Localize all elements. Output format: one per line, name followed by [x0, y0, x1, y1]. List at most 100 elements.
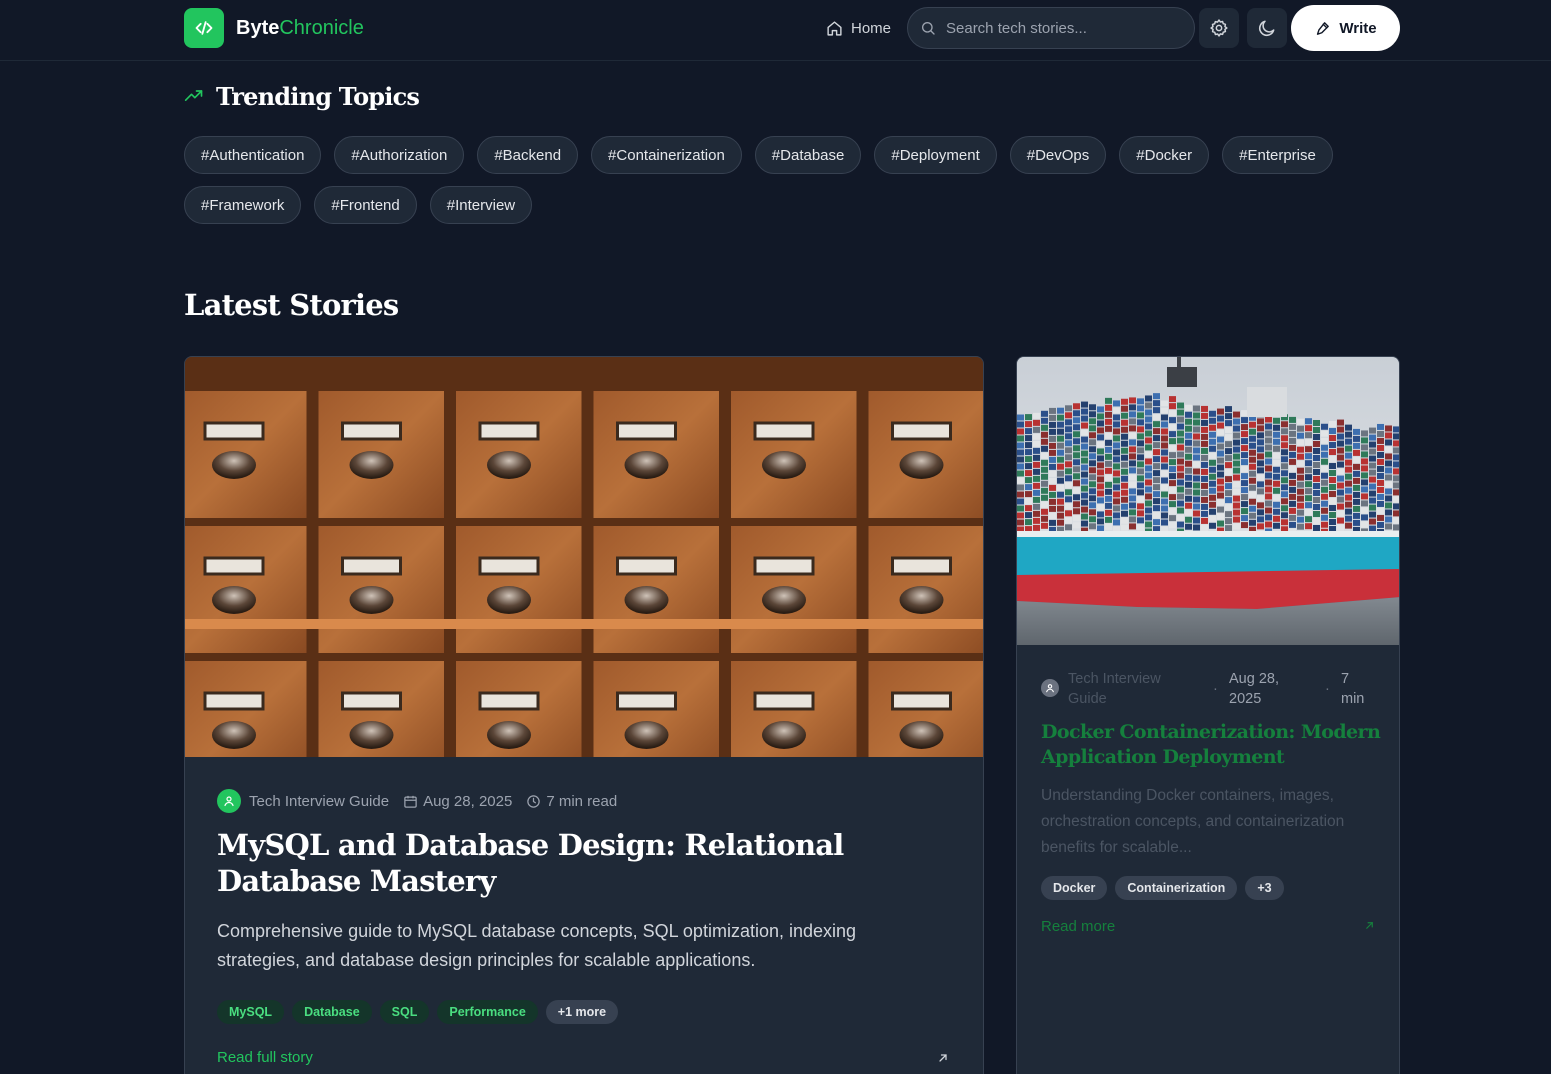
topic-tag[interactable]: #Enterprise: [1222, 136, 1333, 174]
photo-detail: [1153, 442, 1160, 449]
story-tag[interactable]: SQL: [379, 1000, 430, 1024]
photo-detail: [1249, 442, 1256, 449]
write-button[interactable]: Write: [1291, 5, 1400, 51]
photo-detail: [1321, 493, 1328, 500]
photo-detail: [1033, 517, 1040, 524]
topic-tag[interactable]: #Authentication: [184, 136, 322, 174]
topic-tag[interactable]: #Containerization: [591, 136, 742, 174]
site-logo-text[interactable]: ByteChronicle: [236, 16, 364, 40]
photo-detail: [1281, 519, 1288, 526]
photo-detail: [1265, 416, 1272, 423]
photo-detail: [1345, 424, 1352, 431]
photo-detail: [1201, 426, 1208, 433]
photo-detail: [1017, 442, 1024, 449]
photo-detail: [341, 691, 402, 711]
topic-tag[interactable]: #Docker: [1119, 136, 1210, 174]
story-tag[interactable]: Docker: [1041, 876, 1108, 900]
arrow-up-right-icon[interactable]: [937, 1052, 949, 1064]
photo-detail: [1161, 491, 1168, 498]
more-tags-badge[interactable]: +1 more: [545, 1000, 619, 1024]
read-full-story-link[interactable]: Read full story: [217, 1049, 313, 1066]
story-title[interactable]: Docker Containerization: Modern Applicat…: [1041, 720, 1381, 770]
logo-badge[interactable]: [184, 8, 224, 48]
photo-detail: [1033, 489, 1040, 496]
photo-detail: [1033, 412, 1040, 419]
photo-detail: [1345, 438, 1352, 445]
photo-detail: [1065, 496, 1072, 503]
photo-detail: [1145, 458, 1152, 465]
story-tag[interactable]: Performance: [437, 1000, 538, 1024]
photo-detail: [1065, 405, 1072, 412]
photo-detail: [1361, 479, 1368, 486]
featured-story-card[interactable]: Tech Interview Guide Aug 28, 2025 7 min …: [184, 356, 984, 1074]
photo-detail: [624, 586, 669, 614]
photo-detail: [1393, 440, 1399, 447]
author-name[interactable]: Tech Interview Guide: [1068, 669, 1186, 709]
photo-detail: [1073, 480, 1080, 487]
story-tag[interactable]: MySQL: [217, 1000, 285, 1024]
photo-detail: [1065, 426, 1072, 433]
photo-detail: [1313, 433, 1320, 440]
photo-detail: [1193, 468, 1200, 475]
photo-detail: [1241, 431, 1248, 438]
photo-detail: [1169, 501, 1176, 508]
story-tag[interactable]: Containerization: [1115, 876, 1238, 900]
photo-detail: [1209, 459, 1216, 466]
photo-detail: [1113, 421, 1120, 428]
more-tags-badge[interactable]: +3: [1245, 876, 1284, 900]
topic-tag[interactable]: #Database: [754, 136, 862, 174]
photo-detail: [1329, 421, 1336, 428]
photo-detail: [1393, 496, 1399, 503]
photo-detail: [1393, 468, 1399, 475]
search-input[interactable]: [946, 19, 1176, 37]
photo-detail: [1265, 451, 1272, 458]
theme-toggle-button[interactable]: [1247, 8, 1287, 48]
topic-tag[interactable]: #Interview: [429, 186, 533, 224]
photo-detail: [1201, 496, 1208, 503]
topic-tag[interactable]: #DevOps: [1009, 136, 1107, 174]
photo-detail: [1081, 415, 1088, 422]
home-nav-link[interactable]: Home: [826, 18, 891, 38]
photo-detail: [1209, 431, 1216, 438]
photo-detail: [1025, 484, 1032, 491]
settings-button[interactable]: [1199, 8, 1239, 48]
photo-detail: [1185, 502, 1192, 509]
topic-tag[interactable]: #Framework: [184, 186, 302, 224]
story-tag[interactable]: Database: [292, 1000, 372, 1024]
photo-detail: [1273, 501, 1280, 508]
photo-detail: [203, 691, 265, 711]
photo-detail: [1377, 500, 1384, 507]
photo-detail: [1145, 472, 1152, 479]
arrow-up-right-icon[interactable]: [1364, 920, 1375, 931]
photo-detail: [1369, 455, 1376, 462]
topic-tag[interactable]: #Backend: [477, 136, 579, 174]
photo-detail: [1337, 482, 1344, 489]
photo-detail: [1137, 468, 1144, 475]
search-box[interactable]: [907, 7, 1195, 49]
topic-tag[interactable]: #Frontend: [314, 186, 417, 224]
photo-detail: [1217, 443, 1224, 450]
photo-detail: [1193, 489, 1200, 496]
photo-detail: [1057, 449, 1064, 456]
read-more-link[interactable]: Read more: [1041, 918, 1115, 935]
topic-tag[interactable]: #Authorization: [334, 136, 465, 174]
photo-detail: [487, 451, 531, 479]
photo-detail: [1041, 417, 1048, 424]
photo-detail: [1073, 515, 1080, 522]
photo-detail: [1273, 438, 1280, 445]
photo-detail: [1177, 521, 1184, 528]
photo-detail: [1129, 523, 1136, 530]
featured-story-title[interactable]: MySQL and Database Design: Relational Da…: [217, 827, 957, 899]
topic-tag[interactable]: #Deployment: [874, 136, 997, 174]
photo-detail: [1137, 524, 1144, 531]
photo-detail: [1369, 469, 1376, 476]
author-name[interactable]: Tech Interview Guide: [249, 793, 389, 810]
photo-detail: [1185, 495, 1192, 502]
photo-detail: [1217, 450, 1224, 457]
photo-detail: [1369, 441, 1376, 448]
photo-detail: [1145, 409, 1152, 416]
story-card[interactable]: Tech Interview Guide · Aug 28, 2025 · 7 …: [1016, 356, 1400, 1074]
photo-detail: [1313, 426, 1320, 433]
photo-detail: [1329, 477, 1336, 484]
photo-detail: [1201, 503, 1208, 510]
